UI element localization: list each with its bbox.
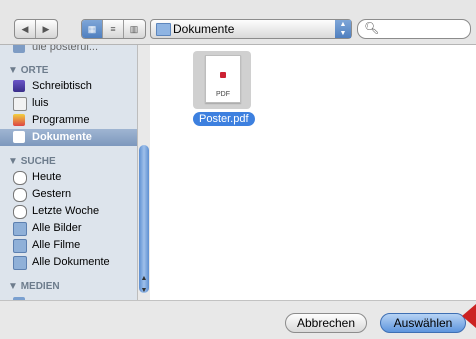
scroll-down-arrow[interactable]: ▼	[139, 287, 149, 297]
cancel-button[interactable]: Abbrechen	[285, 313, 367, 333]
folder-icon	[156, 23, 171, 36]
icon-view-button[interactable]: ▦	[82, 20, 103, 38]
pdf-thumb-mark	[220, 72, 226, 78]
scroll-up-arrow[interactable]: ▲	[139, 275, 149, 285]
sidebar-item-label: Heute	[32, 171, 62, 183]
pdf-document-icon: PDF	[205, 55, 241, 103]
search-icon: 🔍︎	[364, 21, 380, 35]
sidebar-item-label: Alle Bilder	[32, 222, 82, 234]
sidebar-item-letzte-woche[interactable]: Letzte Woche	[0, 203, 137, 220]
sidebar-item-programme[interactable]: Programme	[0, 112, 137, 129]
clock-icon	[13, 171, 27, 185]
pdf-thumb-label: PDF	[216, 91, 230, 98]
section-suche[interactable]: ▼ SUCHE	[8, 156, 56, 167]
pointer-arrow-icon	[462, 304, 476, 328]
view-mode: ▦ ≡ ▥	[81, 19, 146, 39]
sidebar-item-heute[interactable]: Heute	[0, 169, 137, 186]
home-icon	[13, 97, 27, 111]
sidebar-item-label: luis	[32, 97, 49, 109]
column-view-button[interactable]: ▥	[124, 20, 144, 38]
sidebar-item-partial[interactable]: ule posterui...	[0, 45, 137, 56]
file-poster-pdf[interactable]: PDF	[193, 51, 251, 109]
sidebar-item-label: Programme	[32, 114, 90, 126]
button-bar: Abbrechen Auswählen	[0, 300, 476, 339]
list-view-button[interactable]: ≡	[103, 20, 124, 38]
location-popup[interactable]: Dokumente ▲ ▼	[150, 19, 352, 39]
forward-button[interactable]: ▶	[36, 20, 56, 38]
section-orte[interactable]: ▼ ORTE	[8, 65, 48, 76]
back-button[interactable]: ◀	[15, 20, 36, 38]
drive-icon	[13, 45, 25, 53]
location-label: Dokumente	[173, 22, 235, 36]
toolbar: ◀ ▶ ▦ ≡ ▥ Dokumente ▲ ▼ 🔍︎	[0, 0, 476, 45]
clock-icon	[13, 188, 27, 202]
search-field[interactable]: 🔍︎	[357, 19, 471, 39]
sidebar-item-alle-bilder[interactable]: Alle Bilder	[0, 220, 137, 237]
sidebar-item-alle-dokumente[interactable]: Alle Dokumente	[0, 254, 137, 271]
chevron-updown-icon: ▲ ▼	[335, 20, 351, 38]
sidebar-item-label: Schreibtisch	[32, 80, 92, 92]
sidebar-item-label: Alle Filme	[32, 239, 81, 251]
section-title: MEDIEN	[20, 281, 60, 292]
applications-icon	[13, 114, 25, 126]
history-nav: ◀ ▶	[14, 19, 58, 39]
sidebar-item-label: ule posterui...	[32, 45, 99, 53]
clock-icon	[13, 205, 27, 219]
file-name-label[interactable]: Poster.pdf	[193, 112, 255, 126]
smart-folder-icon	[13, 256, 27, 270]
sidebar-item-alle-filme[interactable]: Alle Filme	[0, 237, 137, 254]
documents-icon	[13, 131, 25, 143]
smart-folder-icon	[13, 239, 27, 253]
choose-button[interactable]: Auswählen	[380, 313, 466, 333]
scrollbar-thumb[interactable]	[139, 145, 149, 293]
section-title: SUCHE	[20, 156, 56, 167]
sidebar-item-label: Dokumente	[32, 131, 92, 143]
sidebar: ule posterui... ▼ ORTE Schreibtisch luis…	[0, 45, 138, 300]
section-title: ORTE	[20, 65, 49, 76]
sidebar-item-schreibtisch[interactable]: Schreibtisch	[0, 78, 137, 95]
sidebar-item-label: Alle Dokumente	[32, 256, 110, 268]
sidebar-item-gestern[interactable]: Gestern	[0, 186, 137, 203]
sidebar-item-dokumente[interactable]: Dokumente	[0, 129, 137, 146]
section-medien[interactable]: ▼ MEDIEN	[8, 281, 60, 292]
sidebar-item-luis[interactable]: luis	[0, 95, 137, 112]
smart-folder-icon	[13, 222, 27, 236]
sidebar-item-label: Letzte Woche	[32, 205, 100, 217]
sidebar-scrollbar[interactable]: ▲ ▼	[137, 45, 150, 300]
desktop-icon	[13, 80, 25, 92]
sidebar-item-label: Gestern	[32, 188, 72, 200]
